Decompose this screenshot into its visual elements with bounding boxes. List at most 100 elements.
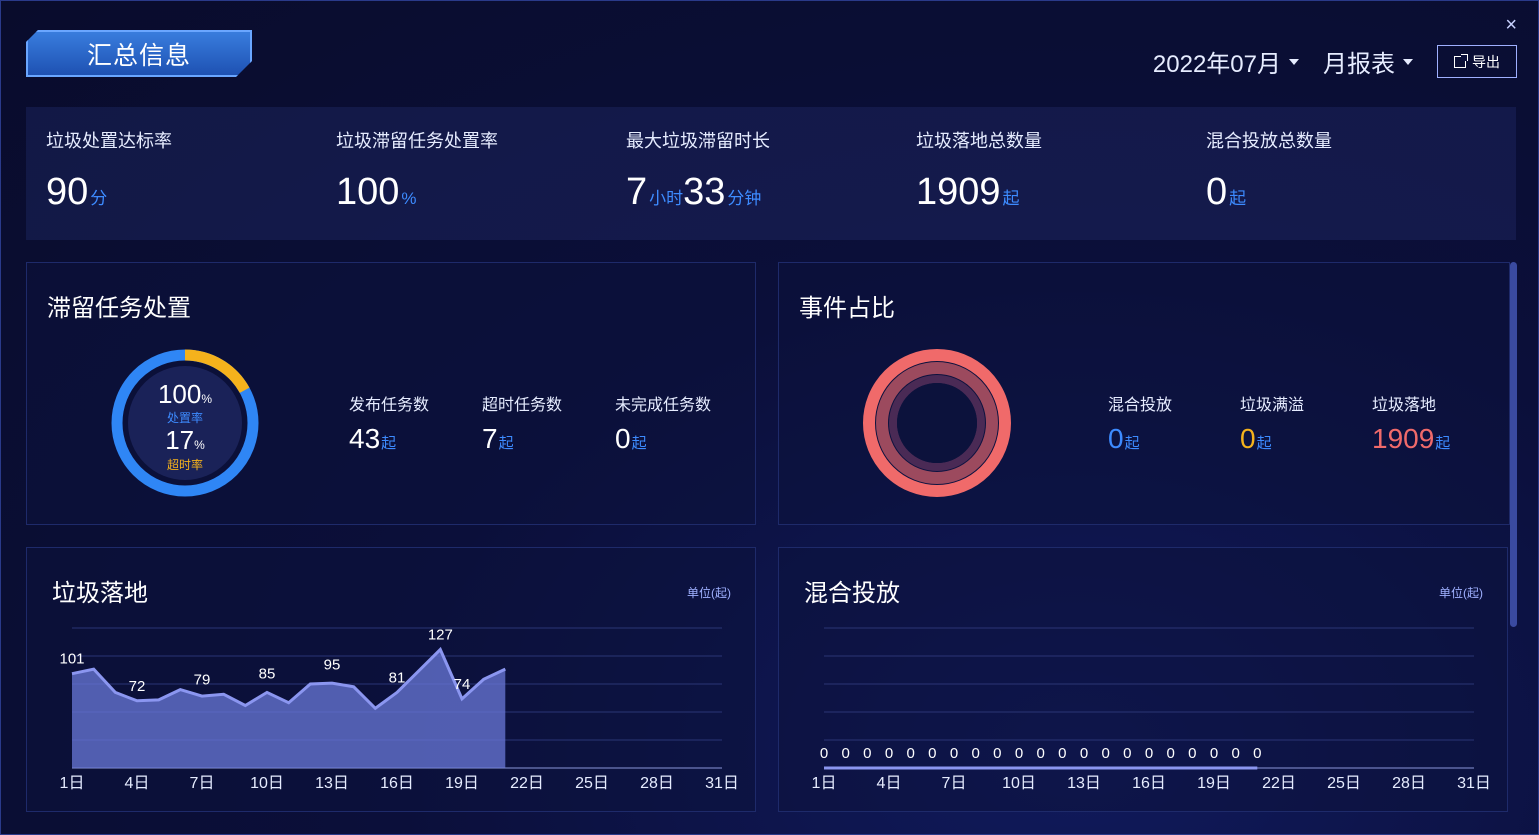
x-tick-label: 4日 — [877, 775, 902, 792]
x-tick-label: 13日 — [1067, 775, 1101, 792]
ring-bottom-value: 17 — [165, 425, 195, 455]
stat-label: 超时任务数 — [482, 397, 563, 414]
x-tick-label: 31日 — [705, 775, 739, 792]
stat-value: 0 — [1240, 423, 1256, 454]
kpi-mixed-count: 混合投放总数量 0起 — [1206, 127, 1332, 214]
kpi-litter-count: 垃圾落地总数量 1909 起 — [916, 127, 1042, 214]
data-label: 0 — [906, 745, 914, 762]
stat-unit: 起 — [381, 435, 397, 452]
report-type-label: 月报表 — [1323, 51, 1395, 78]
data-label: 0 — [820, 745, 828, 762]
export-button[interactable]: 导出 — [1437, 45, 1517, 78]
data-label: 0 — [1080, 745, 1088, 762]
ring-bottom-unit: % — [194, 438, 205, 452]
kpi-value-2: 33 — [683, 171, 726, 213]
ring-top-unit: % — [201, 392, 213, 406]
external-link-icon — [1454, 53, 1468, 68]
data-label: 0 — [1058, 745, 1066, 762]
scrollbar[interactable] — [1510, 262, 1517, 627]
data-label: 74 — [454, 676, 471, 693]
kpi-unit: 起 — [1002, 189, 1020, 208]
x-tick-label: 4日 — [125, 775, 150, 792]
ring-top-value: 100 — [157, 379, 202, 409]
kpi-value: 100 — [336, 171, 400, 213]
kpi-label: 最大垃圾滞留时长 — [626, 131, 770, 151]
stat-value: 0 — [1108, 423, 1124, 454]
data-label: 0 — [1036, 745, 1044, 762]
data-label: 101 — [59, 651, 84, 668]
x-tick-label: 28日 — [1392, 775, 1426, 792]
stat-unit: 起 — [1124, 435, 1140, 452]
x-tick-label: 25日 — [1327, 775, 1361, 792]
stat-label: 未完成任务数 — [615, 397, 712, 414]
stat-unit: 起 — [1256, 435, 1272, 452]
kpi-unit: 分 — [90, 189, 108, 208]
stat-unit: 起 — [498, 435, 514, 452]
stat-value: 1909 — [1372, 423, 1435, 454]
stat-label: 混合投放 — [1108, 397, 1173, 414]
kpi-disposal-rate: 垃圾处置达标率 90 分 — [46, 127, 172, 214]
data-label: 0 — [1231, 745, 1239, 762]
chevron-down-icon — [1403, 58, 1413, 65]
litter-area-chart: 1日 4日 7日 10日 13日 16日 19日 22日 25日 28日 31日 101 72 79 85 9… — [59, 626, 739, 792]
data-label: 0 — [1188, 745, 1196, 762]
kpi-task-rate: 垃圾滞留任务处置率 100% — [336, 127, 498, 214]
export-label: 导出 — [1472, 53, 1500, 70]
data-label: 0 — [841, 745, 849, 762]
data-label: 0 — [1015, 745, 1023, 762]
panel-title: 滞留任务处置 — [47, 295, 191, 322]
x-tick-label: 7日 — [942, 775, 967, 792]
event-ring-chart — [863, 349, 1011, 497]
kpi-summary-bar: 垃圾处置达标率 90 分 垃圾滞留任务处置率 100% 最大垃圾滞留时长 7 小时3… — [26, 107, 1516, 240]
stat-value: 43 — [349, 423, 381, 454]
litter-chart-panel: 垃圾落地 单位(起) 1日 4日 7日 10日 13日 16日 19日 22日 25日 28日 31… — [26, 547, 756, 812]
ring-center — [897, 383, 977, 463]
kpi-value: 1909 — [916, 171, 1001, 213]
x-tick-label: 19日 — [445, 775, 479, 792]
toolbar: 2022年07月 月报表 导出 — [1153, 44, 1517, 79]
kpi-value: 0 — [1206, 171, 1228, 213]
retention-panel: 滞留任务处置 100% 处置率 17% 超时率 发布任务数 43起 超时任务数 … — [26, 262, 756, 525]
data-label: 72 — [129, 678, 146, 695]
chevron-down-icon — [1289, 58, 1299, 65]
data-label: 81 — [389, 669, 406, 686]
x-tick-label: 31日 — [1457, 775, 1491, 792]
data-label: 127 — [428, 626, 453, 643]
kpi-unit: % — [401, 189, 417, 208]
data-label: 0 — [1166, 745, 1174, 762]
kpi-label: 混合投放总数量 — [1206, 131, 1332, 151]
data-label: 0 — [1210, 745, 1218, 762]
kpi-max-duration: 最大垃圾滞留时长 7 小时33 分钟 — [626, 127, 770, 214]
kpi-label: 垃圾落地总数量 — [916, 131, 1042, 151]
x-tick-label: 22日 — [510, 775, 544, 792]
data-label: 79 — [194, 671, 211, 688]
data-label: 0 — [971, 745, 979, 762]
x-tick-label: 1日 — [60, 775, 85, 792]
stat-unit: 起 — [1435, 435, 1451, 452]
close-icon[interactable]: × — [1505, 14, 1517, 37]
month-select[interactable]: 2022年07月 — [1153, 44, 1299, 79]
x-tick-label: 13日 — [315, 775, 349, 792]
x-tick-label: 16日 — [1132, 775, 1166, 792]
mixed-chart-panel: 混合投放 单位(起) 1日 4日 7日 10日 13日 16日 19日 22日 25日 28日 31… — [778, 547, 1508, 812]
stat-value: 7 — [482, 423, 498, 454]
ring-top-label: 处置率 — [166, 411, 203, 425]
data-label: 0 — [863, 745, 871, 762]
data-label: 0 — [1123, 745, 1131, 762]
x-tick-label: 16日 — [380, 775, 414, 792]
stat-label: 垃圾落地 — [1372, 397, 1437, 414]
stat-published: 发布任务数 43起 — [349, 391, 429, 455]
data-label: 95 — [324, 656, 341, 673]
data-label: 0 — [928, 745, 936, 762]
ring-labels: 100% 处置率 17% 超时率 — [109, 381, 261, 471]
kpi-value: 90 — [46, 171, 89, 213]
kpi-value: 7 — [626, 171, 648, 213]
page-title: 汇总信息 — [26, 30, 252, 77]
stat-overflow: 垃圾满溢 0起 — [1240, 391, 1304, 455]
kpi-label: 垃圾滞留任务处置率 — [336, 131, 498, 151]
data-label: 0 — [993, 745, 1001, 762]
x-tick-label: 1日 — [812, 775, 837, 792]
stat-unit: 起 — [631, 435, 647, 452]
stat-label: 发布任务数 — [349, 397, 430, 414]
report-type-select[interactable]: 月报表 — [1323, 44, 1413, 79]
